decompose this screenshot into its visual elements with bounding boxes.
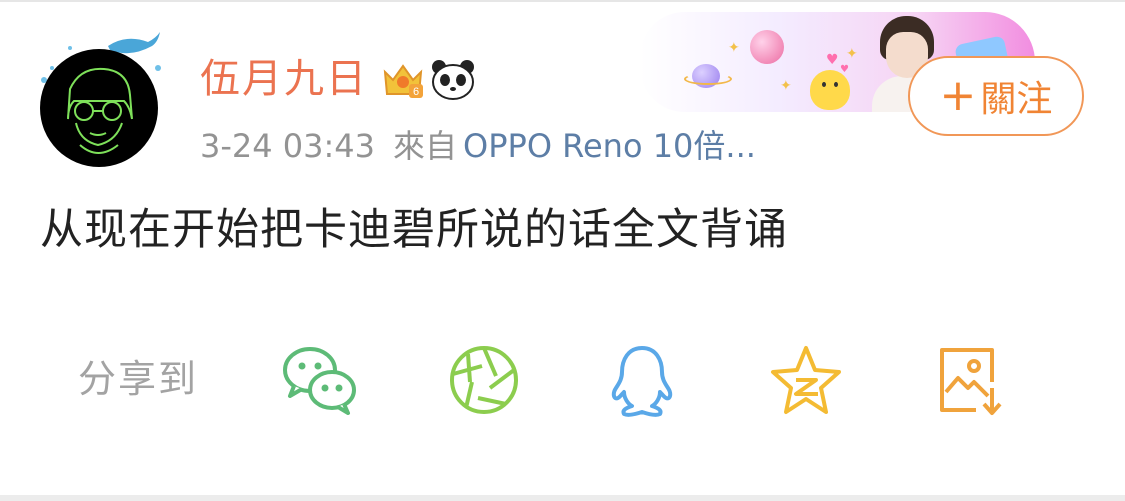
share-moments-button[interactable] xyxy=(444,342,524,418)
panda-badge-icon[interactable] xyxy=(430,58,476,102)
share-wechat-button[interactable] xyxy=(280,342,360,418)
post-meta: 3-24 03:43 來自 OPPO Reno 10倍... xyxy=(200,124,756,168)
share-label: 分享到 xyxy=(78,357,199,401)
qq-penguin-icon xyxy=(611,346,673,417)
plus-icon: + xyxy=(939,70,977,121)
post-content: 从现在开始把卡迪碧所说的话全文背诵 xyxy=(40,205,788,255)
avatar[interactable] xyxy=(40,49,158,167)
save-image-button[interactable] xyxy=(932,342,1012,418)
source-prefix: 來自 xyxy=(393,127,458,165)
wechat-icon xyxy=(283,347,356,415)
qzone-star-icon xyxy=(771,346,841,414)
follow-button-label: 關注 xyxy=(980,79,1053,120)
follow-button[interactable]: + 關注 xyxy=(908,56,1084,136)
username[interactable]: 伍月九日 xyxy=(200,52,368,106)
moments-shutter-icon xyxy=(450,346,518,414)
sparkle-icon: ✦ xyxy=(846,46,858,62)
share-qq-button[interactable] xyxy=(602,342,682,418)
planet-decoration xyxy=(750,30,784,64)
divider xyxy=(0,495,1125,501)
sparkle-icon: ✦ xyxy=(728,40,740,56)
crown-vip-badge-icon[interactable]: 6 xyxy=(381,60,425,102)
chick-sticker xyxy=(810,70,850,110)
weibo-post-card: ✦ ✦ ✦ ♥ ♥ 伍月九日 6 3-24 03:43 來自 OPPO Reno… xyxy=(0,0,1125,501)
sparkle-icon: ✦ xyxy=(780,78,792,94)
source-device-link[interactable]: OPPO Reno 10倍... xyxy=(463,127,756,165)
svg-text:6: 6 xyxy=(413,86,419,98)
heart-icon: ♥ xyxy=(826,52,839,68)
save-image-icon xyxy=(940,348,1002,415)
post-timestamp: 3-24 03:43 xyxy=(200,127,376,165)
share-qzone-button[interactable] xyxy=(766,342,846,418)
heart-icon: ♥ xyxy=(840,64,849,75)
planet-decoration xyxy=(684,64,732,88)
